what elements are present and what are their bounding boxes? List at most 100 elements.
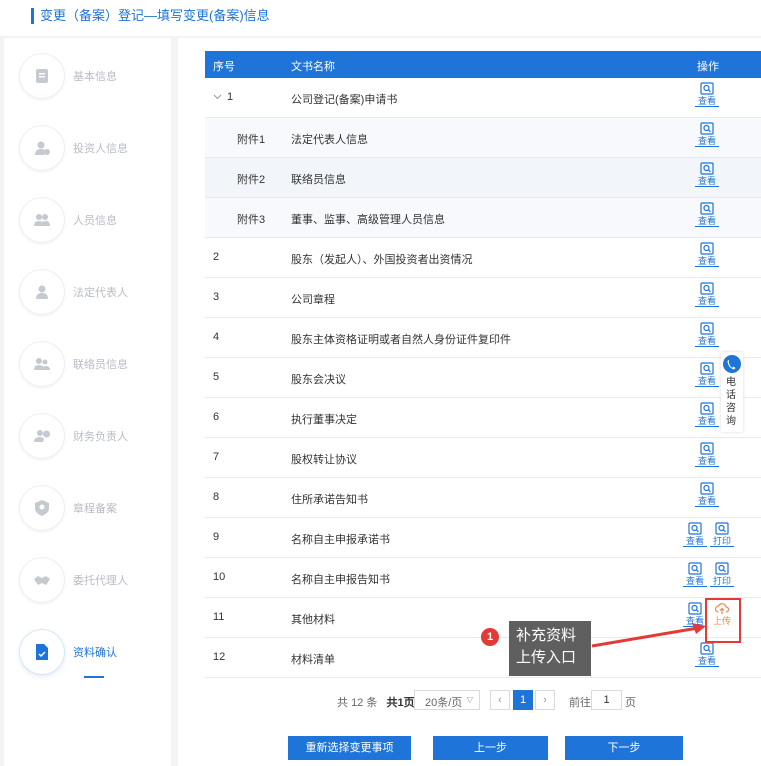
step-item[interactable]: 章程备案 bbox=[18, 480, 163, 540]
op-label: 查看 bbox=[695, 296, 719, 307]
view-button[interactable]: 查看 bbox=[683, 522, 707, 547]
next-page-button[interactable]: › bbox=[535, 690, 555, 710]
row-document-name: 股东主体资格证明或者自然人身份证件复印件 bbox=[291, 334, 511, 346]
view-button[interactable]: 查看 bbox=[695, 242, 719, 267]
step-circle bbox=[20, 486, 64, 530]
op-label: 查看 bbox=[695, 336, 719, 347]
step-circle bbox=[20, 558, 64, 602]
step-circle bbox=[20, 54, 64, 98]
op-label: 查看 bbox=[695, 96, 719, 107]
row-document-name: 名称自主申报告知书 bbox=[291, 574, 390, 586]
step-label: 基本信息 bbox=[73, 71, 117, 83]
row-index: 11 bbox=[213, 611, 225, 623]
row-index: 10 bbox=[213, 571, 226, 583]
step-item[interactable]: 基本信息 bbox=[18, 48, 163, 108]
table-header: 序号 文书名称 操作 bbox=[205, 51, 761, 78]
table-row: 3 公司章程 查看 bbox=[205, 278, 761, 318]
view-button[interactable]: 查看 bbox=[695, 482, 719, 507]
view-icon bbox=[695, 282, 719, 296]
row-document-name: 法定代表人信息 bbox=[291, 134, 368, 146]
view-icon bbox=[695, 242, 719, 256]
view-icon bbox=[695, 122, 719, 136]
step-item[interactable]: 资料确认 bbox=[18, 624, 163, 684]
view-button[interactable]: 查看 bbox=[695, 122, 719, 147]
upload-highlight-box bbox=[705, 598, 741, 643]
step-circle bbox=[20, 342, 64, 386]
title-accent-bar bbox=[31, 8, 34, 24]
row-document-name: 公司章程 bbox=[291, 294, 335, 306]
view-button[interactable]: 查看 bbox=[695, 322, 719, 347]
page-title: 变更（备案）登记—填写变更(备案)信息 bbox=[40, 8, 270, 23]
step-label: 财务负责人 bbox=[73, 431, 128, 443]
finance-icon bbox=[34, 430, 50, 442]
step-item[interactable]: 法定代表人 bbox=[18, 264, 163, 324]
current-page-button[interactable]: 1 bbox=[513, 690, 533, 710]
step-item[interactable]: 联络员信息 bbox=[18, 336, 163, 396]
goto-page-input[interactable]: 1 bbox=[591, 690, 622, 710]
page-header: 变更（备案）登记—填写变更(备案)信息 bbox=[0, 0, 761, 36]
op-label: 查看 bbox=[695, 216, 719, 227]
table-row: 附件1 法定代表人信息 查看 bbox=[205, 118, 761, 158]
view-icon bbox=[683, 602, 707, 616]
total-suffix: 条 bbox=[366, 697, 378, 709]
step-label: 委托代理人 bbox=[73, 575, 128, 587]
view-button[interactable]: 查看 bbox=[695, 442, 719, 467]
view-button[interactable]: 查看 bbox=[695, 82, 719, 107]
op-label: 查看 bbox=[683, 536, 707, 547]
op-label: 查看 bbox=[695, 256, 719, 267]
row-document-name: 住所承诺告知书 bbox=[291, 494, 368, 506]
row-index: 附件1 bbox=[237, 134, 266, 146]
op-label: 查看 bbox=[683, 576, 707, 587]
row-document-name: 股权转让协议 bbox=[291, 454, 357, 466]
step-item[interactable]: 人员信息 bbox=[18, 192, 163, 252]
row-document-name: 材料清单 bbox=[291, 654, 335, 666]
step-item[interactable]: 委托代理人 bbox=[18, 552, 163, 612]
view-button[interactable]: 查看 bbox=[695, 162, 719, 187]
view-icon bbox=[695, 82, 719, 96]
page-suffix-label: 页 bbox=[625, 697, 636, 709]
shield-icon bbox=[35, 500, 49, 516]
step-item[interactable]: 投资人信息 bbox=[18, 120, 163, 180]
row-index: 7 bbox=[213, 451, 220, 463]
next-step-button[interactable]: 下一步 bbox=[565, 736, 683, 760]
step-item[interactable]: 财务负责人 bbox=[18, 408, 163, 468]
row-index: 3 bbox=[213, 291, 220, 303]
print-icon bbox=[710, 562, 734, 576]
view-button[interactable]: 查看 bbox=[695, 362, 719, 387]
handshake-icon bbox=[34, 576, 50, 585]
chevron-down-icon[interactable] bbox=[213, 92, 222, 101]
print-icon bbox=[710, 522, 734, 536]
step-label: 投资人信息 bbox=[73, 143, 128, 155]
step-label: 联络员信息 bbox=[73, 359, 128, 371]
row-index: 12 bbox=[213, 651, 226, 663]
op-label: 打印 bbox=[710, 576, 734, 587]
row-index: 9 bbox=[213, 531, 220, 543]
file-check-icon bbox=[36, 644, 48, 660]
investor-icon bbox=[35, 141, 50, 155]
prev-step-button[interactable]: 上一步 bbox=[433, 736, 548, 760]
row-document-name: 公司登记(备案)申请书 bbox=[291, 94, 398, 106]
view-icon bbox=[695, 482, 719, 496]
view-icon bbox=[695, 202, 719, 216]
row-index: 6 bbox=[213, 411, 220, 423]
phone-consult-widget[interactable]: 电话咨询 bbox=[721, 352, 743, 432]
view-button[interactable]: 查看 bbox=[695, 282, 719, 307]
table-row: 10 名称自主申报告知书 查看 打印 bbox=[205, 558, 761, 598]
reselect-items-button[interactable]: 重新选择变更事项 bbox=[288, 736, 411, 760]
pagination-total: 共 12 条 共1页 bbox=[337, 694, 415, 714]
view-icon bbox=[695, 442, 719, 456]
row-index: 1 bbox=[227, 91, 234, 103]
view-button[interactable]: 查看 bbox=[695, 402, 719, 427]
print-button[interactable]: 打印 bbox=[710, 562, 734, 587]
view-icon bbox=[683, 562, 707, 576]
row-document-name: 执行董事决定 bbox=[291, 414, 357, 426]
total-prefix: 共 bbox=[337, 697, 348, 709]
row-document-name: 名称自主申报承诺书 bbox=[291, 534, 390, 546]
print-button[interactable]: 打印 bbox=[710, 522, 734, 547]
page-size-select[interactable]: 20条/页 ▽ bbox=[414, 690, 480, 710]
prev-page-button[interactable]: ‹ bbox=[490, 690, 510, 710]
table-row: 4 股东主体资格证明或者自然人身份证件复印件 查看 bbox=[205, 318, 761, 358]
view-button[interactable]: 查看 bbox=[683, 562, 707, 587]
step-label: 资料确认 bbox=[73, 647, 117, 659]
view-button[interactable]: 查看 bbox=[695, 202, 719, 227]
